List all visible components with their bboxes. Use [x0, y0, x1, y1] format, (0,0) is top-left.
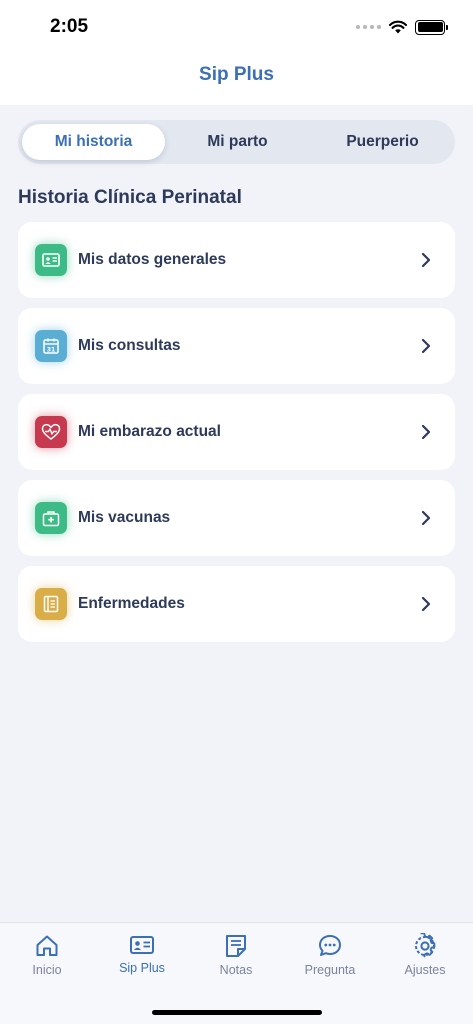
home-icon — [36, 935, 58, 956]
cellular-signal-icon — [356, 25, 381, 29]
chevron-right-icon — [421, 338, 431, 354]
chevron-right-icon — [421, 510, 431, 526]
tab-mi-parto[interactable]: Mi parto — [165, 124, 310, 160]
list-item-consultas[interactable]: 31 Mis consultas — [18, 308, 455, 384]
wifi-icon — [389, 20, 407, 34]
notebook-icon — [35, 588, 67, 620]
id-card-icon — [35, 244, 67, 276]
nav-inicio[interactable]: Inicio — [7, 933, 87, 977]
menu-list: Mis datos generales 31 Mis consultas Mi … — [18, 222, 455, 652]
page-title: Sip Plus — [199, 64, 274, 85]
nav-sip-plus[interactable]: Sip Plus — [102, 933, 182, 975]
list-item-label: Enfermedades — [78, 595, 185, 612]
chevron-right-icon — [421, 596, 431, 612]
header: 2:05 Sip Plus — [0, 0, 473, 105]
nav-label: Notas — [219, 963, 253, 977]
list-item-embarazo-actual[interactable]: Mi embarazo actual — [18, 394, 455, 470]
tab-mi-historia[interactable]: Mi historia — [22, 124, 165, 160]
list-item-datos-generales[interactable]: Mis datos generales — [18, 222, 455, 298]
battery-icon — [415, 19, 448, 35]
chevron-right-icon — [421, 424, 431, 440]
list-item-vacunas[interactable]: Mis vacunas — [18, 480, 455, 556]
notes-icon — [226, 935, 246, 957]
section-title: Historia Clínica Perinatal — [18, 187, 242, 208]
id-card-icon — [130, 936, 154, 954]
nav-ajustes[interactable]: Ajustes — [385, 933, 465, 977]
gear-icon — [415, 933, 436, 958]
nav-notas[interactable]: Notas — [196, 933, 276, 977]
svg-text:31: 31 — [47, 346, 55, 353]
list-item-label: Mis datos generales — [78, 251, 227, 268]
list-item-label: Mis consultas — [78, 337, 181, 354]
status-icons — [356, 17, 448, 37]
status-time: 2:05 — [50, 16, 89, 37]
nav-label: Pregunta — [304, 963, 356, 977]
list-item-label: Mi embarazo actual — [78, 423, 221, 440]
nav-label: Ajustes — [404, 963, 446, 977]
nav-label: Sip Plus — [119, 961, 165, 975]
tab-puerperio[interactable]: Puerperio — [310, 124, 455, 160]
heart-pulse-icon — [35, 416, 67, 448]
nav-label: Inicio — [32, 963, 62, 977]
chat-bubble-icon — [319, 935, 341, 956]
first-aid-kit-icon — [35, 502, 67, 534]
chevron-right-icon — [421, 252, 431, 268]
list-item-label: Mis vacunas — [78, 509, 171, 526]
segmented-control: Mi historia Mi parto Puerperio — [18, 120, 455, 164]
list-item-enfermedades[interactable]: Enfermedades — [18, 566, 455, 642]
home-indicator[interactable] — [152, 1010, 322, 1015]
calendar-icon: 31 — [35, 330, 67, 362]
bottom-tab-bar: Inicio Sip Plus Notas Pregunta Ajustes — [0, 922, 473, 1024]
nav-pregunta[interactable]: Pregunta — [290, 933, 370, 977]
